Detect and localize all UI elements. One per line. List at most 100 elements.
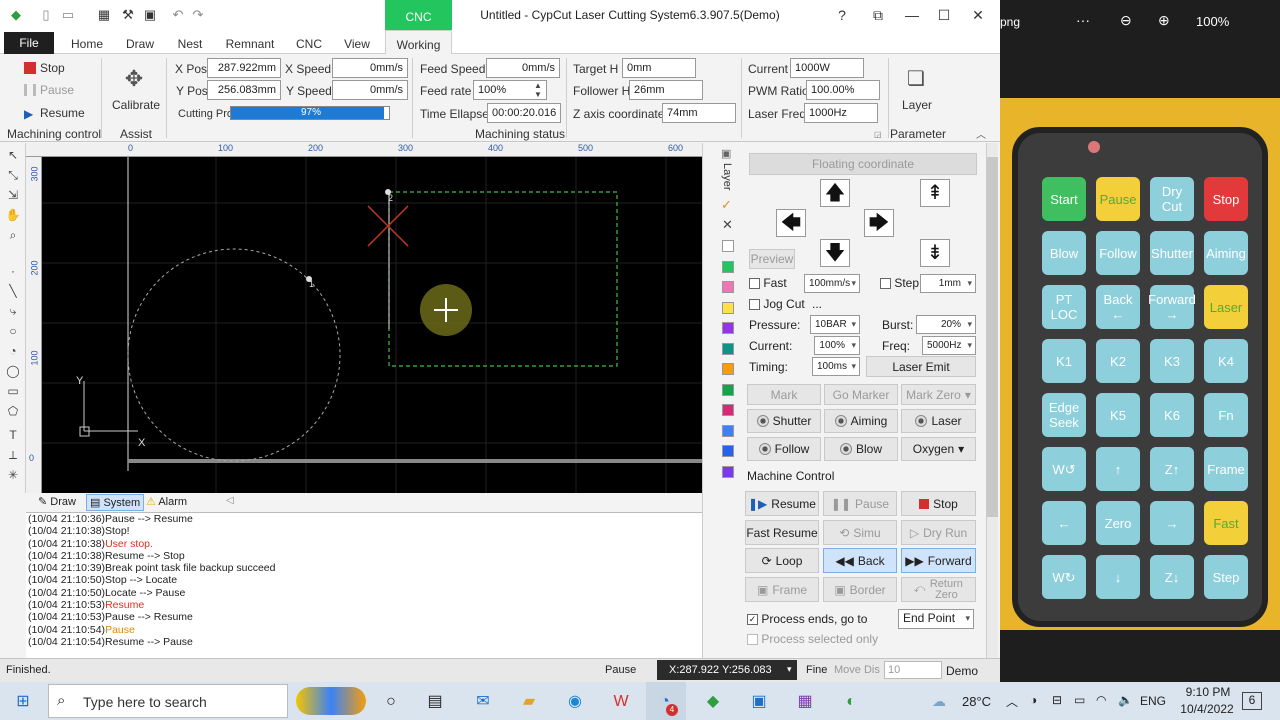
zoom-out-icon[interactable]: ⊖ xyxy=(1120,12,1132,29)
process-ends-checkbox[interactable]: ✓ Process ends, go to xyxy=(747,612,867,626)
layer-button[interactable]: Layer xyxy=(902,98,932,112)
z-up-button[interactable]: ⇞ xyxy=(920,179,950,207)
canvas-svg[interactable] xyxy=(26,143,702,493)
menu-home[interactable]: Home xyxy=(64,30,110,54)
grid-icon[interactable]: ▦ xyxy=(96,7,112,23)
mail-icon[interactable]: ✉ xyxy=(470,690,496,714)
stop-button[interactable]: Stop xyxy=(40,61,65,75)
timing-select[interactable]: 100ms xyxy=(812,357,860,376)
select-tool-icon[interactable]: ↖ xyxy=(4,147,22,163)
tray-usb-icon[interactable]: ⊟ xyxy=(1052,693,1062,707)
end-point-select[interactable]: End Point xyxy=(898,609,974,629)
process-selected-checkbox[interactable]: Process selected only xyxy=(747,632,878,646)
z-down-button[interactable]: ⇟ xyxy=(920,239,950,267)
floating-coordinate-select[interactable]: Floating coordinate xyxy=(749,153,977,175)
menu-working[interactable]: Working xyxy=(385,30,452,55)
follow-button[interactable]: Follow xyxy=(747,437,821,461)
task-view-icon[interactable]: ○ xyxy=(378,690,404,714)
aiming-button[interactable]: Aiming xyxy=(824,409,898,433)
jog-left-button[interactable]: 🡄 xyxy=(776,209,806,237)
minimize-button[interactable]: — xyxy=(896,4,928,26)
shutter-button[interactable]: Shutter xyxy=(747,409,821,433)
layer-color-swatch[interactable] xyxy=(722,240,734,252)
border-button[interactable]: ▣ Border xyxy=(823,577,897,602)
laser-emit-button[interactable]: Laser Emit xyxy=(866,356,976,377)
notification-count[interactable]: 6 xyxy=(1242,692,1262,710)
forward-button[interactable]: ▶▶ Forward xyxy=(901,548,976,573)
widgets-icon[interactable] xyxy=(296,687,366,715)
rectangle-tool-icon[interactable]: ▭ xyxy=(4,383,22,399)
rectangle-path-2[interactable] xyxy=(388,191,618,367)
pause-button-panel[interactable]: ❚❚ Pause xyxy=(823,491,897,516)
fast-checkbox[interactable]: Fast xyxy=(749,276,787,290)
help-button[interactable]: ? xyxy=(826,4,858,26)
dry-run-button[interactable]: ▷ Dry Run xyxy=(901,520,976,545)
check-icon[interactable]: ✓ xyxy=(721,197,732,213)
resume-button-panel[interactable]: ❚▶ Resume xyxy=(745,491,819,516)
tab-alarm[interactable]: ⚠ Alarm xyxy=(146,495,187,508)
snap-icon[interactable]: ▤ xyxy=(422,690,448,714)
resume-button[interactable]: Resume xyxy=(40,106,85,120)
burst-select[interactable]: 20% xyxy=(916,315,976,334)
spinner-arrows-icon[interactable]: ▲ ▼ xyxy=(534,81,542,99)
polyline-icon[interactable]: ⤷ xyxy=(4,303,22,319)
jog-cut-checkbox[interactable]: Jog Cut xyxy=(749,297,805,311)
panel-scrollbar[interactable] xyxy=(986,143,998,658)
clock-time[interactable]: 9:10 PM xyxy=(1178,685,1238,699)
dialog-launcher-icon[interactable]: ◲ xyxy=(874,130,882,139)
tab-draw[interactable]: ✎ Draw xyxy=(38,495,76,508)
ellipse-tool-icon[interactable]: ◯ xyxy=(4,363,22,379)
layer-color-swatch[interactable] xyxy=(722,404,734,416)
file-menu[interactable]: File xyxy=(4,32,54,54)
polygon-tool-icon[interactable]: ⬠ xyxy=(4,403,22,419)
menu-nest[interactable]: Nest xyxy=(170,30,210,54)
edge-icon[interactable]: ◉ xyxy=(562,690,588,714)
jog-right-button[interactable]: 🡆 xyxy=(864,209,894,237)
layer-color-swatch[interactable] xyxy=(722,281,734,293)
fine-toggle[interactable]: Fine xyxy=(806,664,827,676)
mark-zero-button[interactable]: Mark Zero ▾ xyxy=(901,384,976,405)
app-icon[interactable]: ◐ xyxy=(838,690,864,714)
tray-chevron-icon[interactable]: ︿ xyxy=(1006,693,1018,710)
back-button[interactable]: ◀◀ Back xyxy=(823,548,897,573)
fast-speed-select[interactable]: 100mm/s xyxy=(804,274,860,293)
mark-button[interactable]: Mark xyxy=(747,384,821,405)
open-file-icon[interactable]: ▭ xyxy=(60,7,76,23)
freq-select[interactable]: 5000Hz xyxy=(922,336,976,355)
step-checkbox[interactable]: Step xyxy=(880,276,919,290)
line-tool-icon[interactable]: ╲ xyxy=(4,283,22,299)
battery-icon[interactable]: ▭ xyxy=(1074,693,1085,707)
current-select[interactable]: 100% xyxy=(814,336,860,355)
tab-system[interactable]: ▤ System xyxy=(86,494,145,511)
return-zero-button[interactable]: ⤺ Return Zero xyxy=(901,577,976,602)
layer-color-swatch[interactable] xyxy=(722,260,734,273)
panel-scroll-thumb[interactable] xyxy=(987,157,998,517)
node-edit-icon[interactable]: ⤡ xyxy=(4,167,22,183)
layer-color-swatch[interactable] xyxy=(722,445,734,457)
arc-tool-icon[interactable]: ◔ xyxy=(4,343,22,359)
zoom-icon[interactable]: ⌕ xyxy=(4,227,22,243)
frame-button[interactable]: ▣ Frame xyxy=(745,577,819,602)
coords-dropdown-icon[interactable]: ▾ xyxy=(787,664,792,675)
restore-ribbon-button[interactable]: ⧉ xyxy=(862,4,894,26)
teams-icon[interactable]: ▦ xyxy=(792,690,818,714)
calibrate-button[interactable]: Calibrate xyxy=(112,98,160,112)
volume-icon[interactable]: 🔈 xyxy=(1118,693,1133,707)
cross-icon[interactable]: ✕ xyxy=(722,217,733,233)
move-dis-input[interactable]: 10 xyxy=(884,661,942,679)
laser-button[interactable]: Laser xyxy=(901,409,976,433)
scroll-left-icon[interactable]: ◁ xyxy=(226,495,234,506)
fast-resume-button[interactable]: Fast Resume xyxy=(745,520,819,545)
step-size-select[interactable]: 1mm xyxy=(920,274,976,293)
taskbar-search[interactable]: ⌕ Type here to search xyxy=(48,684,288,718)
photos-icon[interactable]: ▣ xyxy=(746,690,772,714)
cypcut-taskbar-icon[interactable]: ◆ xyxy=(700,690,726,714)
maximize-button[interactable]: ☐ xyxy=(928,4,960,26)
redo-icon[interactable]: ↷ xyxy=(190,7,206,23)
drawing-canvas[interactable]: Y X 1 2 xyxy=(26,143,702,493)
menu-draw[interactable]: Draw xyxy=(118,30,162,54)
menu-remnant[interactable]: Remnant xyxy=(220,30,280,54)
undo-icon[interactable]: ↶ xyxy=(170,7,186,23)
scale-icon[interactable]: ⇲ xyxy=(4,187,22,203)
menu-cnc[interactable]: CNC xyxy=(290,30,328,54)
